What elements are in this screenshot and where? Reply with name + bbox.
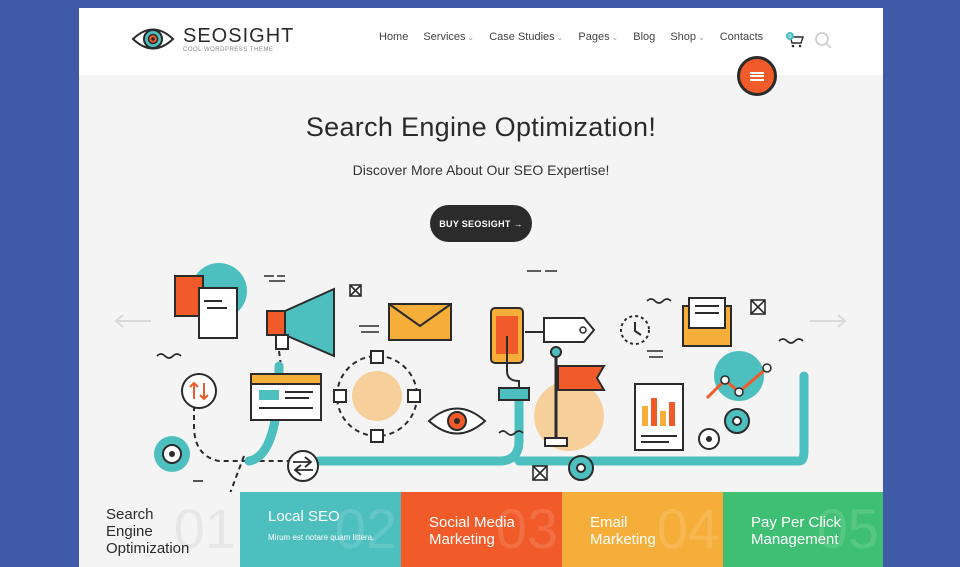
cart-icon[interactable]: 0	[785, 30, 805, 50]
hero-subtitle: Discover More About Our SEO Expertise!	[352, 162, 610, 178]
nav-contacts[interactable]: Contacts	[720, 31, 763, 43]
tab-title: Search Engine Optimization	[106, 506, 190, 557]
chevron-down-icon: ⌄	[556, 33, 564, 42]
hamburger-icon	[750, 71, 764, 81]
clock-icon	[620, 315, 650, 345]
report-chart-icon	[634, 383, 684, 451]
tab-social-media-marketing[interactable]: 03 Social Media Marketing	[401, 492, 562, 567]
seo-illustration	[154, 263, 809, 496]
main-nav: Home Services ⌄ Case Studies ⌄ Pages ⌄ Blog…	[379, 31, 778, 43]
chevron-down-icon: ⌄	[467, 33, 475, 42]
brand-tagline: COOL WORDPRESS THEME	[183, 46, 274, 53]
megaphone-icon	[266, 287, 335, 358]
gear-icon	[568, 455, 594, 481]
tab-email-marketing[interactable]: 04 Email Marketing	[562, 492, 723, 567]
eye-icon	[427, 407, 487, 435]
nav-home[interactable]: Home	[379, 31, 408, 43]
search-icon[interactable]	[813, 30, 833, 50]
svg-text:0: 0	[788, 34, 791, 40]
chevron-down-icon: ⌄	[698, 33, 705, 42]
nav-case-studies[interactable]: Case Studies ⌄	[489, 31, 563, 43]
hero-title: Search Engine Optimization!	[305, 112, 657, 142]
logo[interactable]: SEOSIGHT COOL WORDPRESS THEME	[131, 22, 294, 56]
nav-pages[interactable]: Pages ⌄	[578, 31, 618, 43]
eye-logo-icon	[131, 28, 175, 50]
tab-title: Email Marketing	[590, 514, 656, 548]
services-tabs: 01 Search Engine Optimization 02 Local S…	[79, 492, 883, 567]
tab-body: Mirum est notare quam littera.	[268, 533, 375, 542]
tab-search-engine-optimization[interactable]: 01 Search Engine Optimization	[79, 492, 240, 567]
tab-pay-per-click-management[interactable]: 05 Pay Per Click Management	[723, 492, 883, 567]
menu-toggle-button[interactable]	[737, 56, 777, 96]
tab-number: 04	[656, 497, 719, 560]
tab-title: Pay Per Click Management	[751, 514, 842, 548]
tab-number: 02	[334, 497, 397, 560]
tab-local-seo[interactable]: 02 Local SEO Mirum est notare quam litte…	[240, 492, 401, 567]
tab-title: Social Media Marketing	[429, 514, 515, 548]
brand-name: SEOSIGHT	[183, 24, 295, 47]
nav-services[interactable]: Services ⌄	[423, 31, 474, 43]
smartphone-icon	[490, 307, 530, 401]
open-mail-icon	[682, 297, 732, 347]
header-icons: 0	[785, 30, 833, 50]
buy-seosight-button[interactable]: BUY SEOSIGHT →	[430, 205, 532, 242]
chevron-down-icon: ⌄	[611, 33, 619, 42]
tab-title: Local SEO	[268, 508, 340, 525]
browser-window-icon	[250, 373, 322, 421]
nav-blog[interactable]: Blog	[633, 31, 655, 43]
nav-shop[interactable]: Shop ⌄	[670, 31, 704, 43]
website-page: SEOSIGHT COOL WORDPRESS THEME Home Servi…	[79, 8, 883, 567]
envelope-icon	[388, 303, 452, 341]
